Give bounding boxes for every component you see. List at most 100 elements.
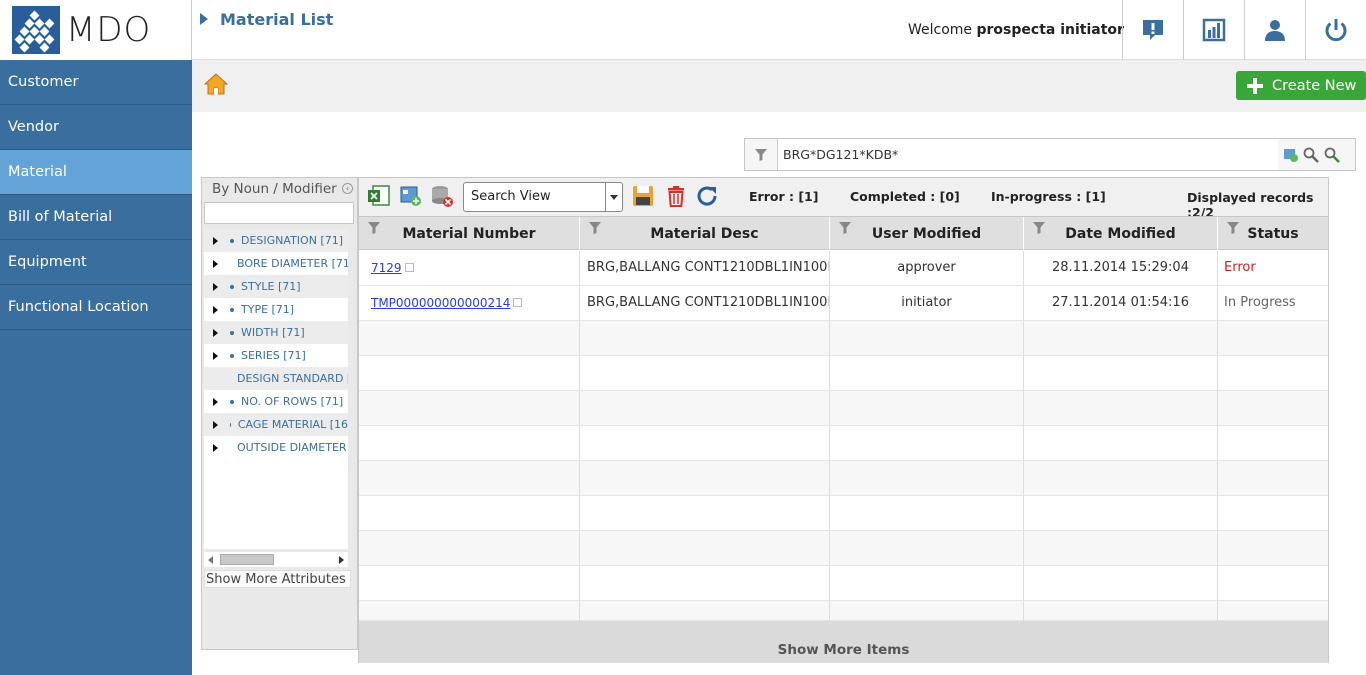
tree-item[interactable]: CAGE MATERIAL [16 bbox=[204, 413, 348, 436]
search-icon[interactable] bbox=[1303, 147, 1319, 163]
expand-arrow-icon[interactable] bbox=[213, 397, 218, 406]
expand-arrow-icon[interactable] bbox=[213, 351, 218, 360]
tree-item[interactable]: BORE DIAMETER [71] bbox=[204, 252, 348, 275]
empty-row bbox=[359, 601, 1328, 621]
cell-material-number: TMP000000000000214 bbox=[359, 286, 580, 320]
collapse-panel-icon[interactable]: ‹ bbox=[342, 183, 353, 194]
create-new-button[interactable]: Create New bbox=[1236, 71, 1366, 100]
expand-arrow-icon[interactable] bbox=[213, 443, 218, 452]
tree-item[interactable]: DESIGN STANDARD [ bbox=[204, 367, 348, 390]
expand-arrow-icon[interactable] bbox=[213, 282, 218, 291]
sidebar-item-functional-location[interactable]: Functional Location bbox=[0, 285, 192, 330]
show-more-items-button[interactable]: Show More Items bbox=[359, 642, 1328, 658]
scroll-right-icon[interactable] bbox=[339, 556, 344, 564]
empty-row bbox=[359, 426, 1328, 461]
attribute-panel-title: By Noun / Modifier ‹ bbox=[202, 178, 357, 200]
table-row[interactable]: 7129 BRG,BALLANG CONT1210DBL1IN100MM app… bbox=[359, 251, 1328, 286]
welcome-prefix: Welcome bbox=[908, 22, 973, 38]
tree-item-label: NO. OF ROWS [71] bbox=[241, 395, 344, 408]
action-bar bbox=[192, 60, 1366, 112]
tree-item[interactable]: NO. OF ROWS [71] bbox=[204, 390, 348, 413]
expand-arrow-icon[interactable] bbox=[213, 259, 218, 268]
empty-row bbox=[359, 566, 1328, 601]
save-icon[interactable] bbox=[631, 184, 655, 208]
expand-arrow-icon[interactable] bbox=[213, 328, 218, 337]
power-icon bbox=[1325, 19, 1347, 42]
column-filter-icon[interactable] bbox=[588, 221, 602, 235]
column-header-date-modified[interactable]: Date Modified bbox=[1024, 217, 1218, 250]
refresh-icon[interactable] bbox=[695, 184, 719, 208]
column-header-status[interactable]: Status bbox=[1218, 217, 1328, 250]
attribute-panel-title-text: By Noun / Modifier bbox=[212, 181, 337, 197]
logo-text: MDO bbox=[66, 10, 152, 50]
trash-icon[interactable] bbox=[664, 184, 688, 208]
tree-item[interactable]: OUTSIDE DIAMETER [ bbox=[204, 436, 348, 459]
notification-button[interactable] bbox=[1122, 0, 1183, 60]
sidebar: Customer Vendor Material Bill of Materia… bbox=[0, 60, 192, 675]
row-menu-icon[interactable] bbox=[404, 263, 414, 272]
attribute-filter-input[interactable] bbox=[204, 202, 354, 224]
sidebar-item-equipment[interactable]: Equipment bbox=[0, 240, 192, 285]
row-menu-icon[interactable] bbox=[513, 298, 523, 307]
view-select[interactable]: Search View bbox=[463, 182, 623, 212]
tree-item[interactable]: TYPE [71] bbox=[204, 298, 348, 321]
tree-item[interactable]: DESIGNATION [71] bbox=[204, 229, 348, 252]
search-filter-button[interactable] bbox=[745, 139, 778, 170]
sidebar-item-bill-of-material[interactable]: Bill of Material bbox=[0, 195, 192, 240]
logout-button[interactable] bbox=[1305, 0, 1366, 60]
empty-row bbox=[359, 321, 1328, 356]
reports-button[interactable] bbox=[1183, 0, 1244, 60]
saved-search-icon[interactable] bbox=[1283, 147, 1299, 163]
scroll-left-icon[interactable] bbox=[208, 556, 213, 564]
completed-count: Completed : [0] bbox=[850, 189, 960, 204]
page-title: Material List bbox=[200, 10, 333, 29]
table-row[interactable]: TMP000000000000214 BRG,BALLANG CONT1210D… bbox=[359, 286, 1328, 321]
notification-icon bbox=[1143, 20, 1163, 40]
column-filter-icon[interactable] bbox=[838, 221, 852, 235]
delete-database-icon[interactable] bbox=[430, 184, 454, 208]
home-button[interactable] bbox=[203, 72, 229, 100]
tree-item[interactable]: WIDTH [71] bbox=[204, 321, 348, 344]
column-filter-icon[interactable] bbox=[367, 221, 381, 235]
cell-user-modified: initiator bbox=[830, 286, 1024, 320]
tree-item[interactable]: STYLE [71] bbox=[204, 275, 348, 298]
column-filter-icon[interactable] bbox=[1226, 221, 1240, 235]
show-more-attributes-button[interactable]: Show More Attributes bbox=[204, 570, 351, 588]
column-header-user-modified[interactable]: User Modified bbox=[830, 217, 1024, 250]
material-number-link[interactable]: 7129 bbox=[371, 261, 402, 275]
material-grid: Search View Error : [1] Completed : [0] … bbox=[358, 177, 1329, 663]
in-progress-count: In-progress : [1] bbox=[991, 189, 1106, 204]
user-name: prospecta initiator bbox=[976, 22, 1124, 38]
cell-status: In Progress bbox=[1224, 295, 1296, 310]
empty-row bbox=[359, 356, 1328, 391]
grid-header: Material Number Material Desc User Modif… bbox=[359, 216, 1328, 250]
sidebar-item-customer[interactable]: Customer bbox=[0, 60, 192, 105]
tree-item-label: BORE DIAMETER [71] bbox=[237, 257, 348, 270]
material-number-link[interactable]: TMP000000000000214 bbox=[371, 296, 510, 310]
tree-item-label: DESIGN STANDARD [ bbox=[237, 372, 348, 385]
import-icon[interactable] bbox=[399, 184, 423, 208]
column-filter-icon[interactable] bbox=[1032, 221, 1046, 235]
cell-material-desc: BRG,BALLANG CONT1210DBL1IN100MM bbox=[580, 286, 830, 320]
scroll-thumb[interactable] bbox=[220, 554, 274, 565]
expand-arrow-icon[interactable] bbox=[213, 236, 218, 245]
column-header-material-number[interactable]: Material Number bbox=[359, 217, 580, 250]
sidebar-item-material[interactable]: Material bbox=[0, 150, 192, 195]
expand-arrow-icon[interactable] bbox=[213, 420, 218, 429]
excel-export-icon[interactable] bbox=[367, 184, 391, 208]
horizontal-scrollbar[interactable] bbox=[204, 552, 348, 567]
search-value: BRG*DG121*KDB* bbox=[783, 147, 899, 162]
chevron-down-icon[interactable] bbox=[605, 183, 622, 211]
tree-item-label: TYPE [71] bbox=[241, 303, 295, 316]
advanced-search-icon[interactable] bbox=[1323, 147, 1341, 163]
column-header-label: Status bbox=[1247, 226, 1299, 242]
tree-item-label: CAGE MATERIAL [16 bbox=[237, 418, 348, 431]
expand-arrow-icon[interactable] bbox=[213, 305, 218, 314]
tree-item[interactable]: SERIES [71] bbox=[204, 344, 348, 367]
column-header-material-desc[interactable]: Material Desc bbox=[580, 217, 830, 250]
cell-date-modified: 28.11.2014 15:29:04 bbox=[1024, 251, 1218, 285]
user-icon bbox=[1265, 20, 1285, 41]
reports-icon bbox=[1202, 18, 1226, 42]
sidebar-item-vendor[interactable]: Vendor bbox=[0, 105, 192, 150]
user-profile-button[interactable] bbox=[1244, 0, 1305, 60]
